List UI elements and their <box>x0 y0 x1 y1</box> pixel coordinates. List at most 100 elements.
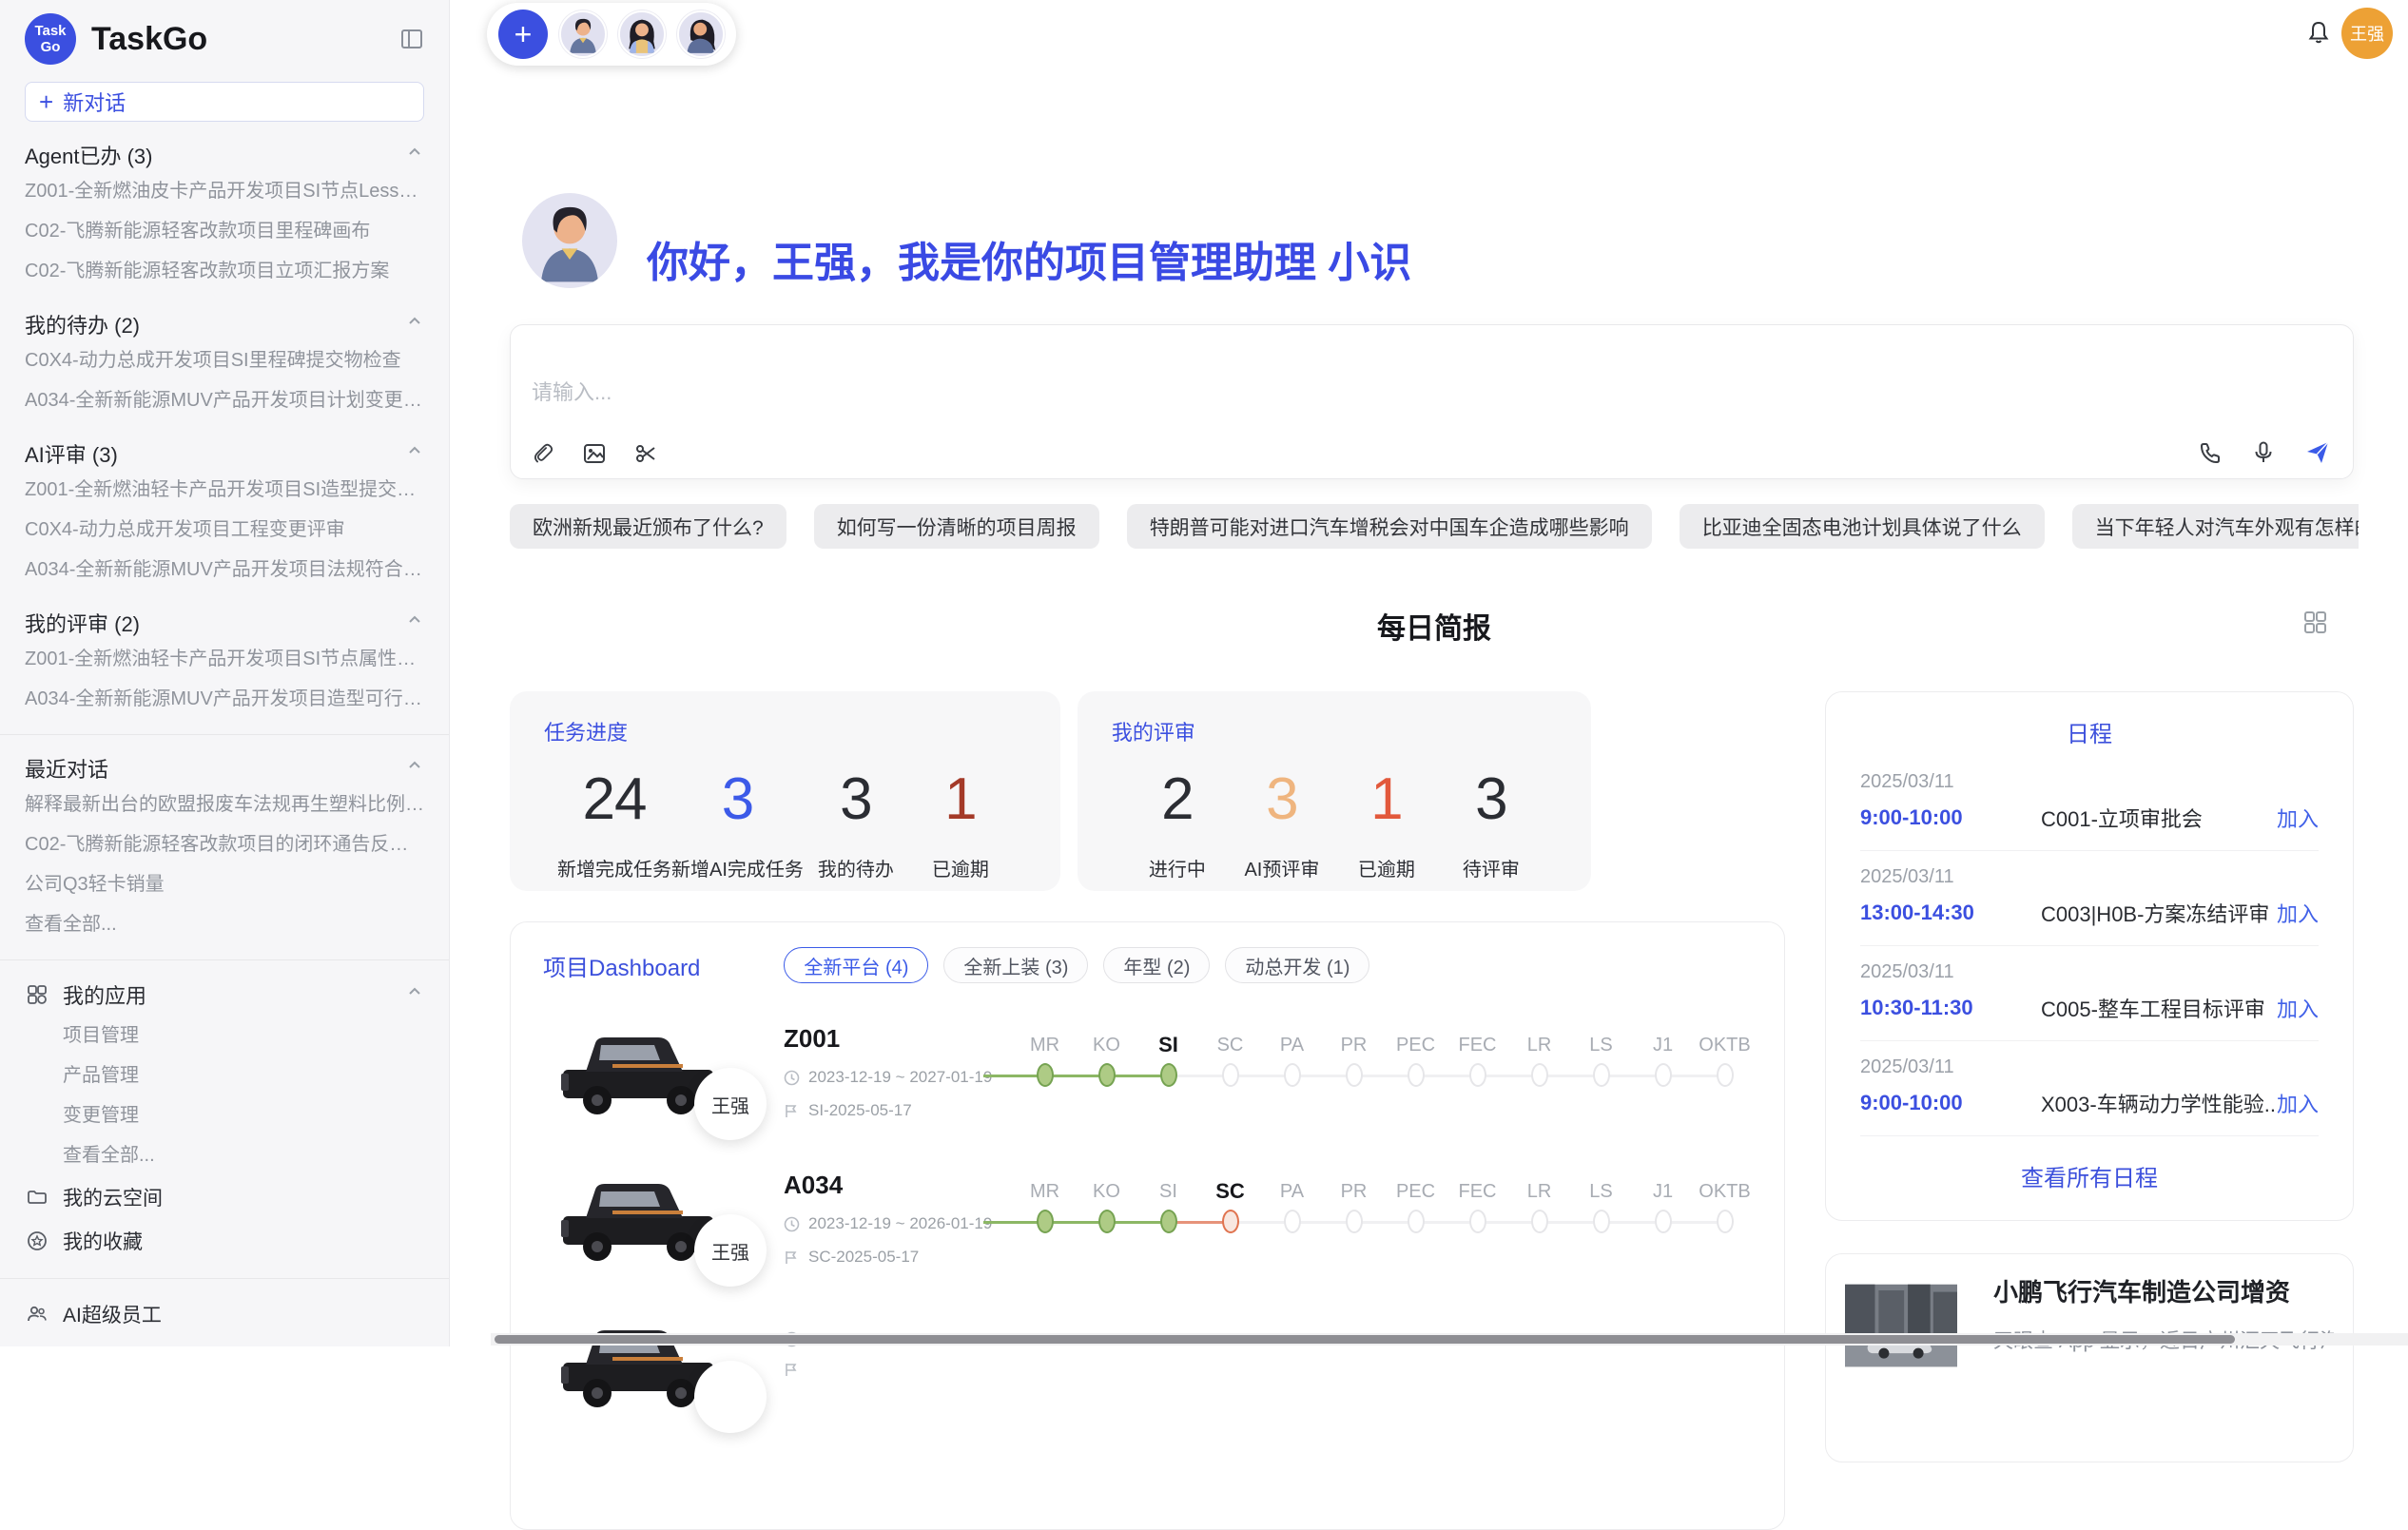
join-meeting-link[interactable]: 加入 <box>2277 803 2319 833</box>
stat-label: 已逾期 <box>1334 854 1439 881</box>
sidebar-item-cloud-space[interactable]: 我的云空间 <box>25 1175 424 1219</box>
send-icon[interactable] <box>2303 438 2332 467</box>
sidebar-task-item[interactable]: C0X4-动力总成开发项目工程变更评审 <box>25 510 424 550</box>
milestone: SI <box>1137 1030 1199 1094</box>
favorites-star-icon <box>25 1230 49 1252</box>
milestone-label: OKTB <box>1694 1030 1756 1060</box>
message-composer[interactable] <box>510 324 2354 479</box>
app-link[interactable]: 变更管理 <box>25 1095 424 1135</box>
recent-chat-item[interactable]: 公司Q3轻卡销量 <box>25 864 424 904</box>
chevron-up-icon[interactable] <box>405 312 424 337</box>
sidebar-task-item[interactable]: C02-飞腾新能源轻客改款项目里程碑画布 <box>25 211 424 251</box>
stat-value: 3 <box>804 765 908 833</box>
scrollbar-thumb[interactable] <box>495 1335 2235 1344</box>
app-link[interactable]: 查看全部... <box>25 1135 424 1175</box>
user-avatar[interactable]: 王强 <box>2341 8 2393 59</box>
milestone-dot <box>1593 1210 1610 1233</box>
sidebar-task-item[interactable]: A034-全新新能源MUV产品开发项目计划变更表编写 <box>25 380 424 420</box>
milestone-dot <box>1655 1063 1672 1087</box>
image-upload-icon[interactable] <box>581 440 608 467</box>
divider <box>0 1278 449 1279</box>
chevron-up-icon[interactable] <box>405 610 424 635</box>
chevron-up-icon[interactable] <box>405 441 424 466</box>
join-meeting-link[interactable]: 加入 <box>2277 898 2319 928</box>
news-card[interactable]: 小鹏飞行汽车制造公司增资 天眼查 App 显示，近日广州汇天飞行汽... <box>1825 1253 2354 1462</box>
agent-avatar-female-yellow[interactable] <box>618 10 666 58</box>
app-title: TaskGo <box>91 21 207 58</box>
new-chat-button[interactable]: + 新对话 <box>25 82 424 122</box>
view-all-schedule-link[interactable]: 查看所有日程 <box>1826 1136 2353 1215</box>
sidebar-task-item[interactable]: A034-全新新能源MUV产品开发项目法规符合性评审 <box>25 550 424 590</box>
chevron-up-icon[interactable] <box>405 982 424 1007</box>
agent-quick-bar: + <box>487 3 736 66</box>
milestone-dot <box>1222 1063 1239 1087</box>
sidebar-item-my-apps[interactable]: 我的应用 <box>25 974 424 1016</box>
agent-avatar-female-blue[interactable] <box>677 10 725 58</box>
suggestion-chip[interactable]: 比亚迪全固态电池计划具体说了什么 <box>1680 504 2045 549</box>
milestone-label: FEC <box>1447 1176 1508 1207</box>
project-row[interactable] <box>553 1309 1784 1422</box>
suggestion-chip[interactable]: 当下年轻人对汽车外观有怎样的喜好趋势 <box>2072 504 2359 549</box>
sidebar-task-item[interactable]: Z001-全新燃油皮卡产品开发项目SI节点Lesson Learn报告 <box>25 171 424 211</box>
notification-bell-icon[interactable] <box>2305 19 2332 50</box>
suggestion-chip[interactable]: 如何写一份清晰的项目周报 <box>814 504 1099 549</box>
milestone-track: MR KO <box>1014 1017 1756 1094</box>
stat: 1 已逾期 <box>908 765 1013 881</box>
dashboard-tab[interactable]: 全新平台 (4) <box>784 947 928 983</box>
stat-label: 新增完成任务 <box>557 854 671 881</box>
milestone-label: LS <box>1570 1030 1632 1060</box>
sidebar-task-item[interactable]: C02-飞腾新能源轻客改款项目立项汇报方案 <box>25 251 424 291</box>
microphone-icon[interactable] <box>2250 439 2277 466</box>
dashboard-tab[interactable]: 年型 (2) <box>1103 947 1210 983</box>
event-date: 2025/03/11 <box>1860 771 2319 793</box>
add-agent-button[interactable]: + <box>498 10 548 59</box>
attachment-paperclip-icon[interactable] <box>530 440 556 467</box>
sidebar-section-header[interactable]: Agent已办 (3) <box>25 139 424 171</box>
join-meeting-link[interactable]: 加入 <box>2277 993 2319 1023</box>
sidebar-sections: Agent已办 (3) Z001-全新燃油皮卡产品开发项目SI节点Lesson … <box>25 139 424 719</box>
milestone: FEC <box>1447 1030 1508 1094</box>
recent-chat-item[interactable]: C02-飞腾新能源轻客改款项目的闭环通告反馈情况 <box>25 824 424 864</box>
sidebar-task-item[interactable]: Z001-全新燃油轻卡产品开发项目SI造型提交物评审 <box>25 470 424 510</box>
sidebar-task-item[interactable]: A034-全新新能源MUV产品开发项目造型可行性评审 <box>25 679 424 719</box>
project-row[interactable]: 王强 A034 2023-12-19 ~ 2026-01-19 SC-2025-… <box>553 1163 1784 1275</box>
sidebar-item-ai-staff[interactable]: AI超级员工 <box>25 1292 424 1336</box>
flag-icon <box>784 1362 800 1378</box>
milestone-dot <box>1593 1063 1610 1087</box>
sidebar-section-header[interactable]: 我的评审 (2) <box>25 607 424 639</box>
milestone: J1 <box>1632 1030 1694 1094</box>
dashboard-tab[interactable]: 动总开发 (1) <box>1225 947 1369 983</box>
recent-chat-item[interactable]: 解释最新出台的欧盟报废车法规再生塑料比例被调至15%... <box>25 784 424 824</box>
app-link[interactable]: 产品管理 <box>25 1056 424 1095</box>
scissors-icon[interactable] <box>632 440 659 467</box>
sidebar-task-item[interactable]: Z001-全新燃油轻卡产品开发项目SI节点属性5D文件评审 <box>25 639 424 679</box>
dashboard-tab[interactable]: 全新上装 (3) <box>943 947 1088 983</box>
clock-icon <box>784 1216 800 1232</box>
agent-avatar-male[interactable] <box>559 10 607 58</box>
stat-card: 任务进度 24 新增完成任务 3 新增AI完成任务 <box>510 691 1060 891</box>
chevron-up-icon[interactable] <box>405 143 424 167</box>
sidebar-section-header[interactable]: AI评审 (3) <box>25 437 424 470</box>
join-meeting-link[interactable]: 加入 <box>2277 1088 2319 1118</box>
suggestion-chip[interactable]: 特朗普可能对进口汽车增税会对中国车企造成哪些影响 <box>1127 504 1652 549</box>
milestone-label: SC <box>1199 1030 1261 1060</box>
milestone-dot <box>1037 1063 1054 1087</box>
event-title: X003-车辆动力学性能验... <box>2041 1088 2277 1118</box>
sidebar-item-help-write[interactable]: 帮我写作 <box>25 1336 424 1346</box>
horizontal-scrollbar[interactable] <box>491 1333 2408 1346</box>
collapse-sidebar-icon[interactable] <box>399 27 424 51</box>
chevron-up-icon[interactable] <box>405 756 424 781</box>
voice-call-phone-icon[interactable] <box>2197 439 2224 466</box>
sidebar-section-header[interactable]: 我的待办 (2) <box>25 308 424 340</box>
project-info: A034 2023-12-19 ~ 2026-01-19 SC-2025-05-… <box>784 1163 1014 1267</box>
project-row[interactable]: 王强 Z001 2023-12-19 ~ 2027-01-19 SI-2025-… <box>553 1017 1784 1129</box>
layout-grid-icon[interactable] <box>2301 609 2328 640</box>
recent-chat-item[interactable]: 查看全部... <box>25 904 424 944</box>
sidebar-item-favorites[interactable]: 我的收藏 <box>25 1219 424 1263</box>
recent-chats-header[interactable]: 最近对话 <box>25 752 424 784</box>
chat-input[interactable] <box>532 380 1673 405</box>
suggestion-chip[interactable]: 欧洲新规最近颁布了什么? <box>510 504 786 549</box>
sidebar-task-item[interactable]: C0X4-动力总成开发项目SI里程碑提交物检查 <box>25 340 424 380</box>
app-link[interactable]: 项目管理 <box>25 1016 424 1056</box>
milestone-dot <box>1717 1063 1734 1087</box>
